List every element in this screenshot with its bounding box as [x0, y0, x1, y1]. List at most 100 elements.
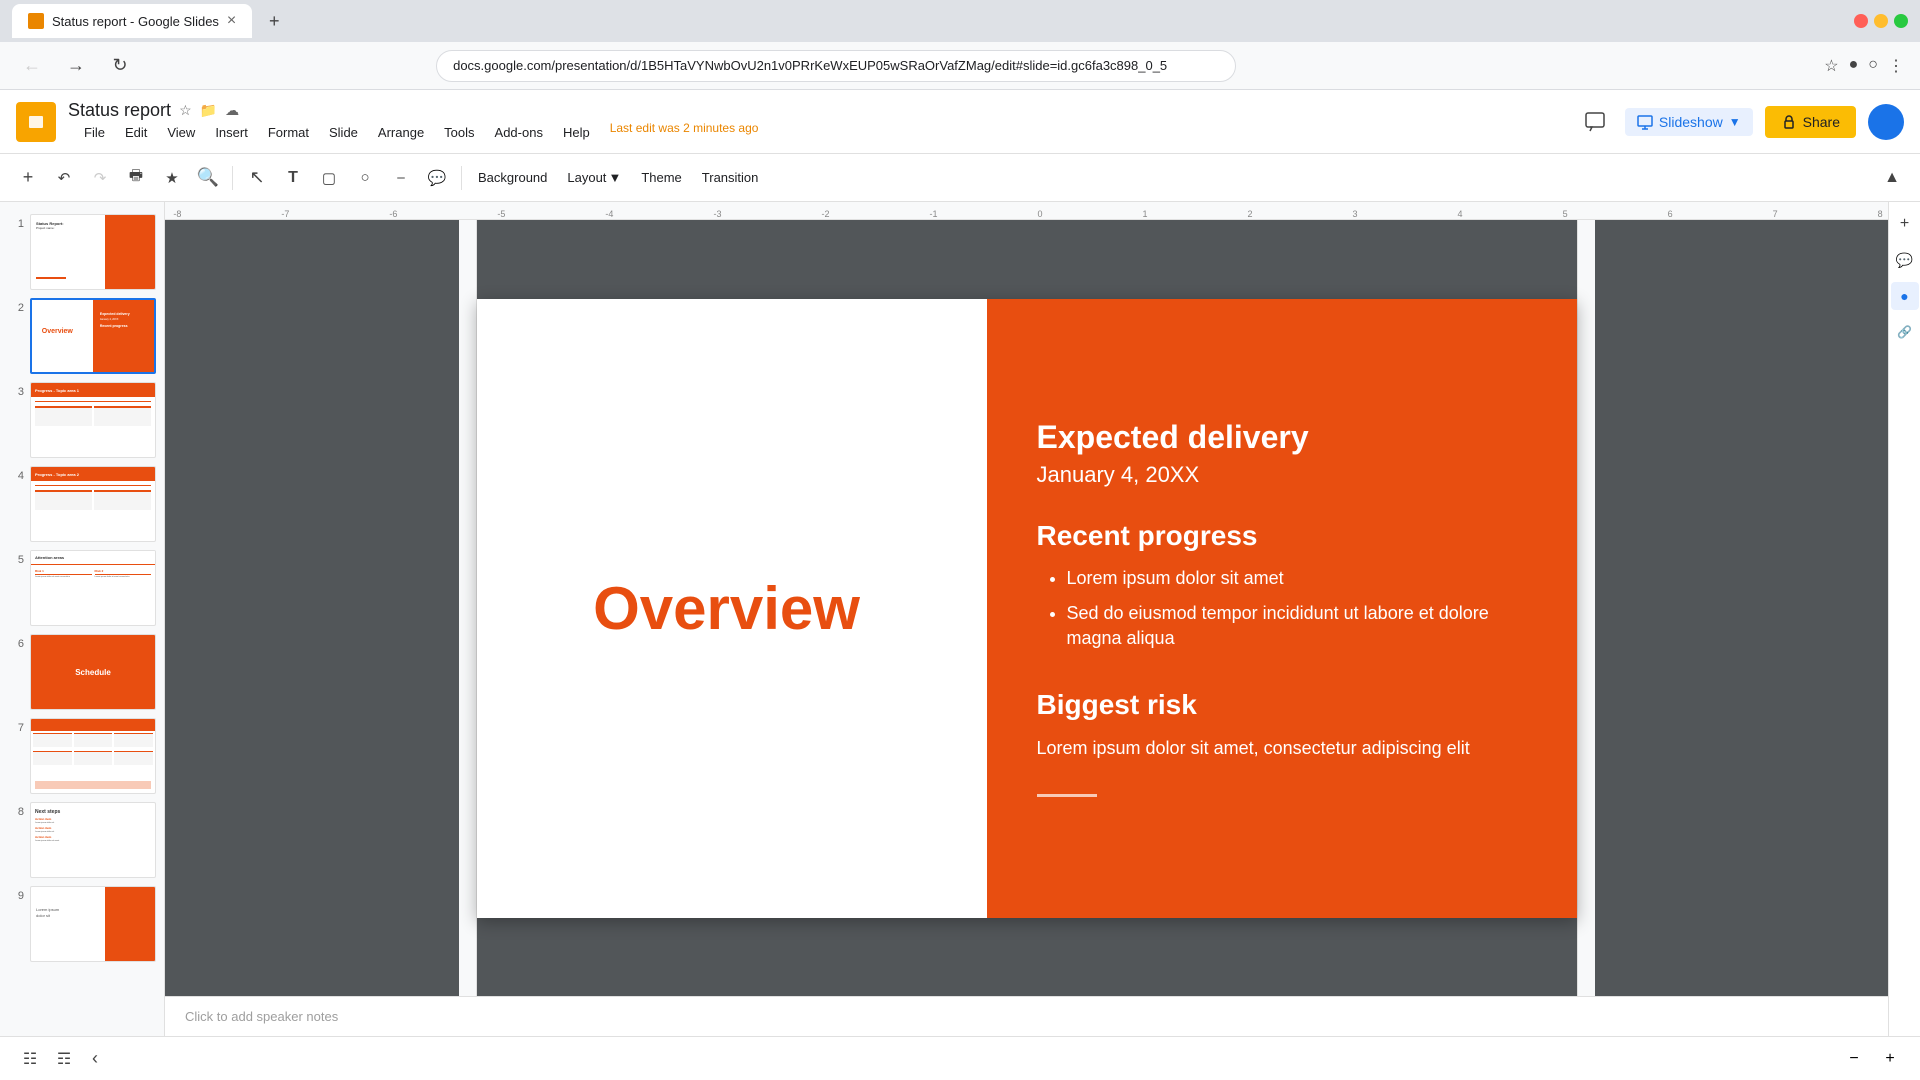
minimize-window-btn[interactable]: [1874, 14, 1888, 28]
background-btn[interactable]: Background: [470, 166, 555, 189]
bullet-item-1[interactable]: Lorem ipsum dolor sit amet: [1067, 566, 1527, 591]
slideshow-dropdown-icon[interactable]: ▼: [1729, 115, 1741, 129]
sidebar-theme-icon[interactable]: ●: [1891, 282, 1919, 310]
close-window-btn[interactable]: [1854, 14, 1868, 28]
slide-thumbnail-6[interactable]: Schedule: [30, 634, 156, 710]
slide-item-6[interactable]: 6 Schedule: [0, 630, 164, 714]
menu-arrange[interactable]: Arrange: [370, 121, 432, 144]
menu-edit[interactable]: Edit: [117, 121, 155, 144]
slide-item-5[interactable]: 5 Attention areas Risk 1 Lorem ipsum dol…: [0, 546, 164, 630]
biggest-risk-text[interactable]: Lorem ipsum dolor sit amet, consectetur …: [1037, 735, 1527, 762]
sidebar-explore-icon[interactable]: +: [1891, 210, 1919, 238]
collapse-panel-btn[interactable]: ‹: [92, 1048, 98, 1069]
slide-thumbnail-3[interactable]: Progress - Topic area 1: [30, 382, 156, 458]
menu-format[interactable]: Format: [260, 121, 317, 144]
slide-thumbnail-4[interactable]: Progress - Topic area 2: [30, 466, 156, 542]
menu-file[interactable]: File: [76, 121, 113, 144]
share-btn[interactable]: Share: [1765, 106, 1856, 138]
print-btn[interactable]: 🖶: [120, 162, 152, 194]
profile-icon[interactable]: ○: [1868, 56, 1878, 76]
slide-thumbnail-2[interactable]: Overview Expected delivery January 4, 20…: [30, 298, 156, 374]
menu-addons[interactable]: Add-ons: [487, 121, 551, 144]
add-slide-btn[interactable]: +: [12, 162, 44, 194]
undo-btn[interactable]: ↶: [48, 162, 80, 194]
progress-bullets: Lorem ipsum dolor sit amet Sed do eiusmo…: [1037, 566, 1527, 662]
slide-thumbnail-9[interactable]: Lorem ipsum dolor sit: [30, 886, 156, 962]
biggest-risk-heading[interactable]: Biggest risk: [1037, 689, 1527, 721]
slide-item-1[interactable]: 1 Status Report: Project name:: [0, 210, 164, 294]
forward-btn[interactable]: →: [60, 50, 92, 82]
menu-help[interactable]: Help: [555, 121, 598, 144]
comments-btn[interactable]: [1577, 104, 1613, 140]
menu-slide[interactable]: Slide: [321, 121, 366, 144]
line-btn[interactable]: ⎯: [385, 162, 417, 194]
notes-area[interactable]: Click to add speaker notes: [165, 996, 1888, 1036]
browser-tab[interactable]: Status report - Google Slides ×: [12, 4, 252, 38]
slide-thumbnail-5[interactable]: Attention areas Risk 1 Lorem ipsum dolor…: [30, 550, 156, 626]
menu-icon[interactable]: ⋮: [1888, 56, 1904, 76]
expected-delivery-heading[interactable]: Expected delivery: [1037, 419, 1527, 456]
zoom-in-btn[interactable]: +: [1876, 1045, 1904, 1073]
slide-item-2[interactable]: 2 Overview Expected delivery January 4, …: [0, 294, 164, 378]
present-btn[interactable]: Slideshow ▼: [1625, 108, 1753, 136]
slide-number-3: 3: [8, 382, 24, 398]
slides-list-view-btn[interactable]: ☶: [50, 1045, 78, 1073]
comment-icon: [1584, 111, 1606, 133]
slide-item-9[interactable]: 9 Lorem ipsum dolor sit: [0, 882, 164, 966]
slides-grid-view-btn[interactable]: ☷: [16, 1045, 44, 1073]
tab-close-btn[interactable]: ×: [227, 12, 236, 30]
app-title-area: Status report ☆ 📁 ☁ File Edit View Inser…: [68, 100, 758, 144]
bookmark-icon[interactable]: ☆: [1824, 56, 1838, 76]
slide-thumbnail-7[interactable]: [30, 718, 156, 794]
user-avatar[interactable]: [1868, 104, 1904, 140]
overview-title[interactable]: Overview: [593, 574, 860, 643]
last-edit-text[interactable]: Last edit was 2 minutes ago: [610, 121, 759, 144]
star-icon[interactable]: ☆: [179, 102, 192, 119]
maximize-window-btn[interactable]: [1894, 14, 1908, 28]
menu-tools[interactable]: Tools: [436, 121, 482, 144]
slide-item-3[interactable]: 3 Progress - Topic area 1: [0, 378, 164, 462]
ruler-right: [1577, 220, 1595, 996]
slide-number-8: 8: [8, 802, 24, 818]
workspace: 1 Status Report: Project name: 2 Overvie…: [0, 202, 1920, 1036]
app-title[interactable]: Status report: [68, 100, 171, 121]
comment-add-btn[interactable]: 💬: [421, 162, 453, 194]
notes-placeholder[interactable]: Click to add speaker notes: [185, 1009, 338, 1024]
canvas-wrapper: Overview Expected delivery January 4, 20…: [459, 220, 1595, 996]
cursor-btn[interactable]: ↖: [241, 162, 273, 194]
slide-thumbnail-1[interactable]: Status Report: Project name:: [30, 214, 156, 290]
extensions-icon[interactable]: ●: [1849, 56, 1859, 76]
shape-btn[interactable]: ○: [349, 162, 381, 194]
bullet-item-2[interactable]: Sed do eiusmod tempor incididunt ut labo…: [1067, 601, 1527, 651]
folder-icon[interactable]: 📁: [200, 102, 217, 119]
sidebar-link-icon[interactable]: 🔗: [1891, 318, 1919, 346]
layout-btn[interactable]: Layout ▼: [559, 166, 629, 189]
url-bar[interactable]: docs.google.com/presentation/d/1B5HTaVYN…: [436, 50, 1236, 82]
slide-thumbnail-8[interactable]: Next steps Action item Lorem ipsum dolor…: [30, 802, 156, 878]
new-tab-btn[interactable]: +: [260, 7, 288, 35]
redo-btn[interactable]: ↷: [84, 162, 116, 194]
zoom-out-btn[interactable]: −: [1840, 1045, 1868, 1073]
image-btn[interactable]: ▢: [313, 162, 345, 194]
theme-btn[interactable]: Theme: [633, 166, 689, 189]
expected-delivery-date[interactable]: January 4, 20XX: [1037, 462, 1527, 488]
reload-btn[interactable]: ↻: [104, 50, 136, 82]
recent-progress-heading[interactable]: Recent progress: [1037, 520, 1527, 552]
collapse-toolbar-btn[interactable]: ▲: [1876, 162, 1908, 194]
slide-number-7: 7: [8, 718, 24, 734]
sidebar-chat-icon[interactable]: 💬: [1891, 246, 1919, 274]
transition-btn[interactable]: Transition: [694, 166, 767, 189]
menu-view[interactable]: View: [159, 121, 203, 144]
slide-canvas[interactable]: Overview Expected delivery January 4, 20…: [477, 299, 1577, 918]
text-btn[interactable]: T: [277, 162, 309, 194]
menu-insert[interactable]: Insert: [207, 121, 256, 144]
right-sidebar: + 💬 ● 🔗: [1888, 202, 1920, 1036]
back-btn[interactable]: ←: [16, 50, 48, 82]
cloud-icon[interactable]: ☁: [225, 102, 239, 119]
paint-format-btn[interactable]: ★: [156, 162, 188, 194]
zoom-fit-btn[interactable]: 🔍: [192, 162, 224, 194]
slide-item-7[interactable]: 7: [0, 714, 164, 798]
slide-item-8[interactable]: 8 Next steps Action item Lorem ipsum dol…: [0, 798, 164, 882]
app-container: Status report ☆ 📁 ☁ File Edit View Inser…: [0, 90, 1920, 1080]
slide-item-4[interactable]: 4 Progress - Topic area 2: [0, 462, 164, 546]
